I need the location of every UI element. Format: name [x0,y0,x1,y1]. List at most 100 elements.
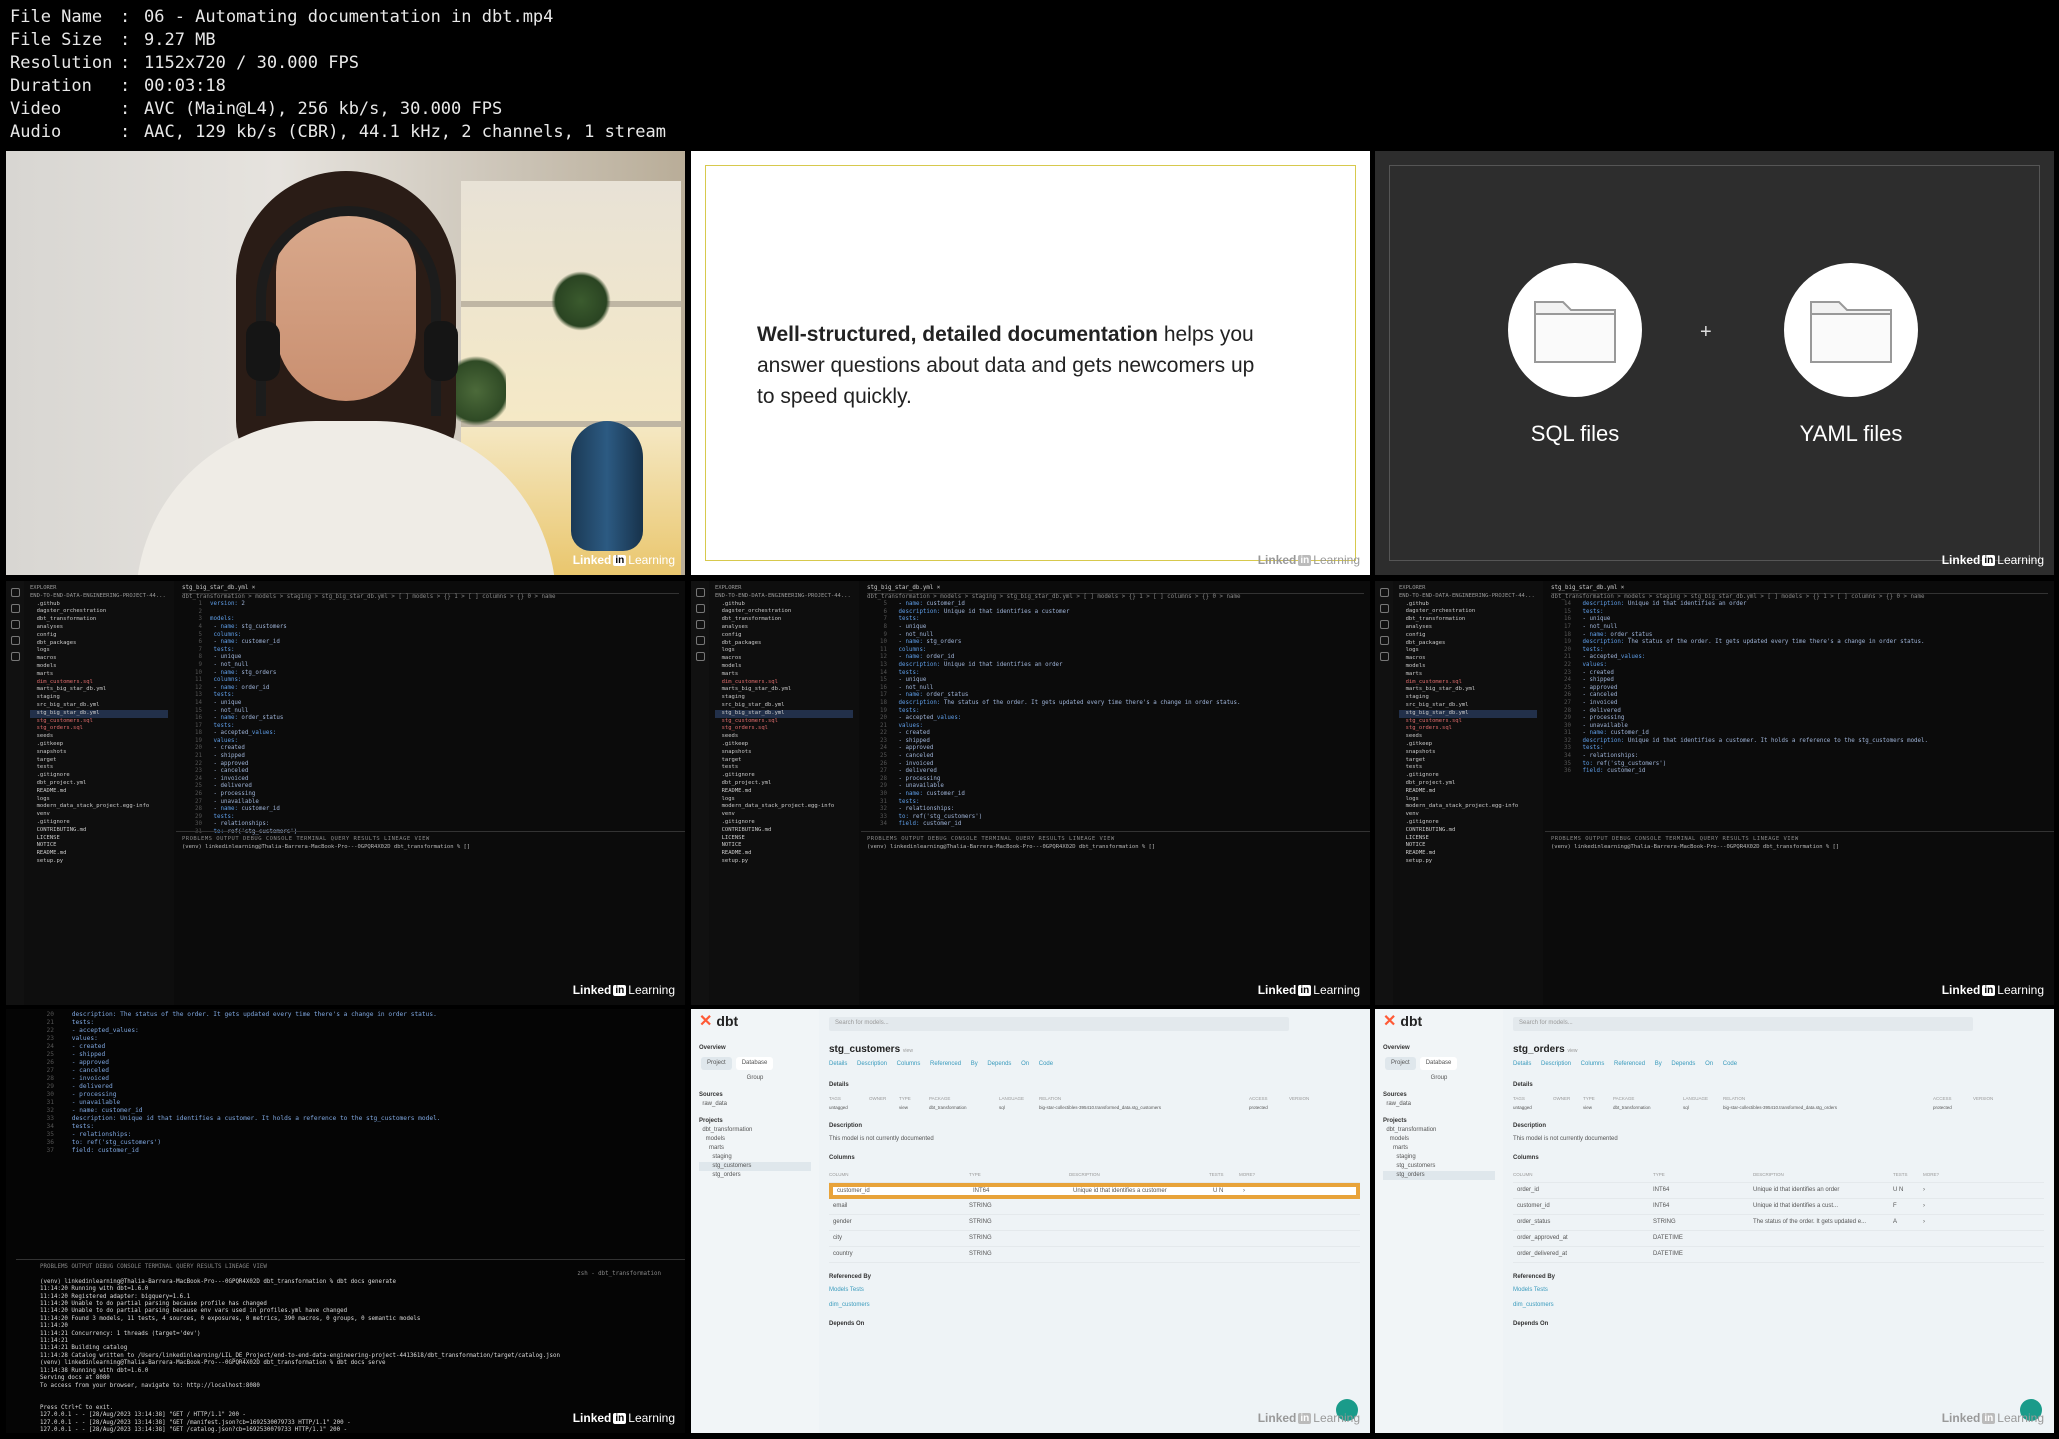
file-tree-item[interactable]: dbt_project.yml [30,780,168,788]
file-tree-item[interactable]: target [715,757,853,765]
file-tree-item[interactable]: .gitkeep [30,741,168,749]
file-tree-item[interactable]: snapshots [30,749,168,757]
file-tree-item[interactable]: tests [30,764,168,772]
file-tree-item[interactable]: marts [715,671,853,679]
file-tree-item[interactable]: modern_data_stack_project.egg-info [30,803,168,811]
source-control-icon[interactable] [10,620,20,629]
file-tree-item[interactable]: analyses [1399,624,1537,632]
project-tab[interactable]: Project [701,1057,732,1070]
terminal-output[interactable]: PROBLEMS OUTPUT DEBUG CONSOLE TERMINAL Q… [16,1259,685,1433]
editor-tab[interactable]: stg_big_star_db.yml × [1551,585,2048,594]
tree-item[interactable]: stg_customers [1383,1162,1495,1171]
tree-item[interactable]: marts [1383,1144,1495,1153]
file-tree-item[interactable]: staging [30,694,168,702]
file-tree-item[interactable]: setup.py [1399,858,1537,866]
tree-item[interactable]: raw_data [1383,1100,1495,1109]
file-tree-item[interactable]: dbt_transformation [1399,616,1537,624]
file-tree-item[interactable]: LICENSE [715,835,853,843]
section-links[interactable]: Details Description Columns Referenced B… [829,1060,1360,1069]
file-tree-item[interactable]: venv [30,811,168,819]
file-tree-item[interactable]: logs [1399,647,1537,655]
file-tree-item[interactable]: snapshots [1399,749,1537,757]
source-control-icon[interactable] [695,620,705,629]
file-tree-item[interactable]: LICENSE [1399,835,1537,843]
extensions-icon[interactable] [695,652,705,661]
file-tree-item[interactable]: README.md [30,850,168,858]
file-tree-item[interactable]: staging [1399,694,1537,702]
column-row[interactable]: country STRING [829,1247,1360,1263]
file-tree-item[interactable]: marts_big_star_db.yml [715,686,853,694]
file-tree-item[interactable]: marts [1399,671,1537,679]
file-tree-item[interactable]: dbt_packages [715,640,853,648]
explorer-icon[interactable] [10,588,20,597]
project-tab[interactable]: Project [1385,1057,1416,1070]
file-tree-item[interactable]: marts [30,671,168,679]
file-tree-item[interactable]: tests [715,764,853,772]
file-tree-item[interactable]: .gitignore [715,772,853,780]
column-row[interactable]: order_status STRING The status of the orde… [1513,1215,2044,1231]
file-tree-item[interactable]: dbt_project.yml [1399,780,1537,788]
tree-item[interactable]: stg_orders [699,1171,811,1180]
section-links[interactable]: Details Description Columns Referenced B… [1513,1060,2044,1069]
file-tree-item[interactable]: modern_data_stack_project.egg-info [715,803,853,811]
file-tree-item[interactable]: stg_customers.sql [1399,718,1537,726]
file-tree-item[interactable]: logs [715,796,853,804]
search-icon[interactable] [10,604,20,613]
tree-item[interactable]: models [1383,1135,1495,1144]
file-tree-item[interactable]: logs [30,647,168,655]
file-tree-item[interactable]: .gitignore [1399,819,1537,827]
file-tree-item[interactable]: logs [1399,796,1537,804]
tree-item[interactable]: raw_data [699,1100,811,1109]
extensions-icon[interactable] [10,652,20,661]
tree-item[interactable]: staging [699,1153,811,1162]
file-tree-item[interactable]: src_big_star_db.yml [715,702,853,710]
file-tree-item[interactable]: stg_customers.sql [715,718,853,726]
file-tree-item[interactable]: setup.py [30,858,168,866]
file-tree-item[interactable]: stg_big_star_db.yml [715,709,853,718]
file-tree-item[interactable]: NOTICE [1399,842,1537,850]
search-input[interactable]: Search for models... [829,1017,1289,1031]
file-tree-item[interactable]: dbt_packages [30,640,168,648]
file-tree-item[interactable]: dagster_orchestration [30,608,168,616]
file-tree-item[interactable]: dbt_project.yml [715,780,853,788]
tree-item[interactable]: marts [699,1144,811,1153]
file-tree-item[interactable]: README.md [715,788,853,796]
file-tree-item[interactable]: snapshots [715,749,853,757]
file-tree-item[interactable]: venv [715,811,853,819]
tree-item[interactable]: models [699,1135,811,1144]
file-tree-item[interactable]: dbt_transformation [30,616,168,624]
file-tree-item[interactable]: macros [1399,655,1537,663]
file-tree-item[interactable]: stg_big_star_db.yml [30,709,168,718]
file-tree-item[interactable]: dbt_transformation [715,616,853,624]
extensions-icon[interactable] [1379,652,1389,661]
column-row[interactable]: customer_id INT64 Unique id that identifie… [829,1183,1360,1199]
search-icon[interactable] [695,604,705,613]
file-tree-item[interactable]: CONTRIBUTING.md [30,827,168,835]
run-icon[interactable] [695,636,705,645]
file-tree-item[interactable]: .gitkeep [715,741,853,749]
file-tree-item[interactable]: marts_big_star_db.yml [30,686,168,694]
search-input[interactable]: Search for models... [1513,1017,1973,1031]
file-tree-item[interactable]: config [1399,632,1537,640]
explorer-icon[interactable] [695,588,705,597]
group-toggle[interactable]: Group [1383,1074,1495,1083]
file-tree-item[interactable]: dim_customers.sql [715,679,853,687]
file-tree-item[interactable]: staging [715,694,853,702]
file-tree-item[interactable]: config [715,632,853,640]
file-tree-item[interactable]: NOTICE [30,842,168,850]
file-tree-item[interactable]: stg_orders.sql [30,725,168,733]
file-tree-item[interactable]: stg_orders.sql [1399,725,1537,733]
file-tree-item[interactable]: venv [1399,811,1537,819]
file-tree-item[interactable]: dim_customers.sql [30,679,168,687]
group-toggle[interactable]: Group [699,1074,811,1083]
file-tree-item[interactable]: .gitignore [715,819,853,827]
file-tree-item[interactable]: dbt_packages [1399,640,1537,648]
file-tree-item[interactable]: target [1399,757,1537,765]
file-tree-item[interactable]: CONTRIBUTING.md [715,827,853,835]
run-icon[interactable] [1379,636,1389,645]
file-tree-item[interactable]: target [30,757,168,765]
database-tab[interactable]: Database [735,1057,774,1070]
column-row[interactable]: order_id INT64 Unique id that identifies a… [1513,1183,2044,1199]
file-tree-item[interactable]: seeds [30,733,168,741]
database-tab[interactable]: Database [1419,1057,1458,1070]
